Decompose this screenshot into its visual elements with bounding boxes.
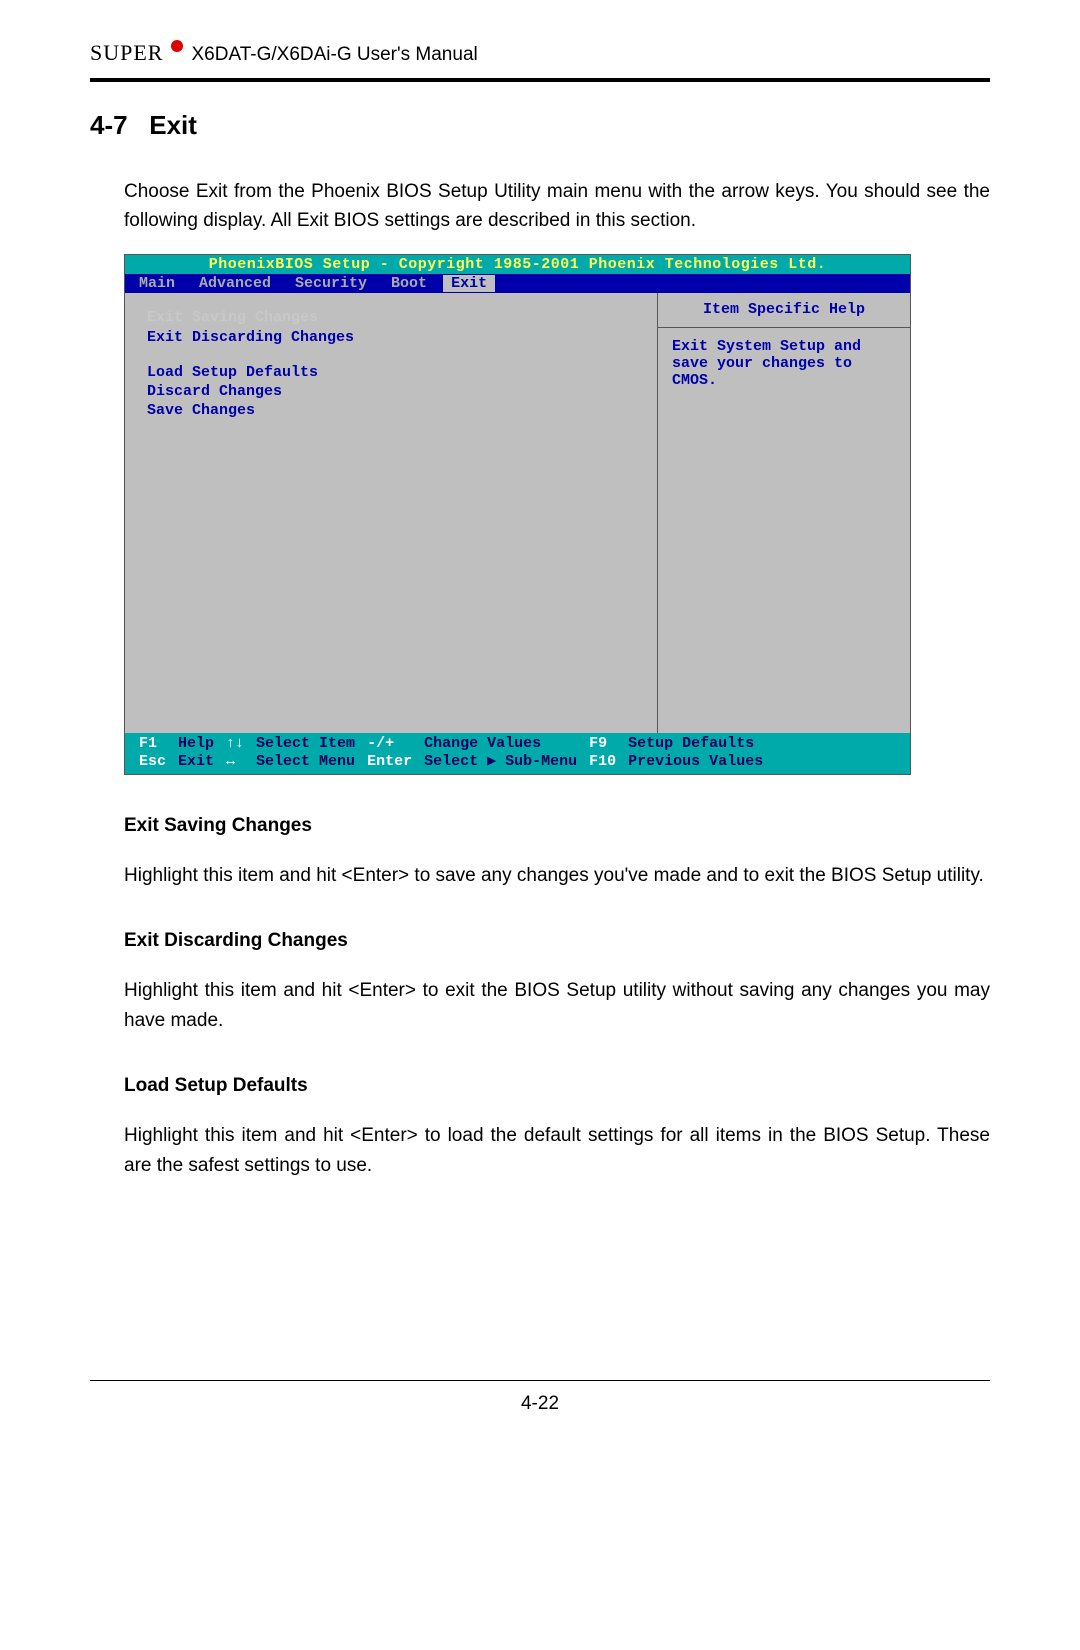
bios-help-pane: Item Specific Help Exit System Setup and… bbox=[658, 293, 910, 733]
footer-rule bbox=[90, 1380, 990, 1381]
subbody-exit-saving: Highlight this item and hit <Enter> to s… bbox=[124, 861, 990, 890]
bios-body: Exit Saving Changes Exit Discarding Chan… bbox=[125, 293, 910, 733]
bios-title-bar: PhoenixBIOS Setup - Copyright 1985-2001 … bbox=[125, 255, 910, 274]
desc-select-menu: Select Menu bbox=[250, 753, 361, 770]
bios-footer-row-1: F1 Help ↑↓ Select Item -/+ Change Values… bbox=[133, 735, 769, 752]
bios-tab-advanced[interactable]: Advanced bbox=[191, 275, 287, 292]
bios-menu-item-exit-saving[interactable]: Exit Saving Changes bbox=[147, 309, 318, 326]
bios-menu-item-save-changes[interactable]: Save Changes bbox=[147, 402, 647, 419]
subbody-load-defaults: Highlight this item and hit <Enter> to l… bbox=[124, 1121, 990, 1180]
key-updown: ↑↓ bbox=[220, 735, 250, 752]
bios-footer: F1 Help ↑↓ Select Item -/+ Change Values… bbox=[125, 733, 910, 774]
desc-change-values: Change Values bbox=[418, 735, 583, 752]
bios-tab-boot[interactable]: Boot bbox=[383, 275, 443, 292]
bios-help-text: Exit System Setup and save your changes … bbox=[658, 328, 910, 400]
section-name: Exit bbox=[149, 110, 197, 140]
bios-menu-item-load-defaults[interactable]: Load Setup Defaults bbox=[147, 364, 647, 381]
page-number: 4-22 bbox=[90, 1393, 990, 1415]
desc-help: Help bbox=[172, 735, 220, 752]
key-leftright: ↔ bbox=[220, 753, 250, 770]
key-f10: F10 bbox=[583, 753, 622, 770]
key-f1: F1 bbox=[133, 735, 172, 752]
bios-screenshot: PhoenixBIOS Setup - Copyright 1985-2001 … bbox=[124, 254, 911, 775]
section-number: 4-7 bbox=[90, 110, 128, 140]
subhead-load-defaults: Load Setup Defaults bbox=[124, 1075, 990, 1097]
section-title: 4-7 Exit bbox=[90, 110, 990, 141]
desc-select-submenu: Select ▶ Sub-Menu bbox=[418, 753, 583, 770]
subhead-exit-discarding: Exit Discarding Changes bbox=[124, 930, 990, 952]
subhead-exit-saving: Exit Saving Changes bbox=[124, 815, 990, 837]
intro-paragraph: Choose Exit from the Phoenix BIOS Setup … bbox=[124, 177, 990, 236]
bios-tab-exit[interactable]: Exit bbox=[443, 275, 495, 292]
bios-menu-item-exit-discarding[interactable]: Exit Discarding Changes bbox=[147, 329, 647, 346]
desc-exit: Exit bbox=[172, 753, 220, 770]
bios-tab-main[interactable]: Main bbox=[131, 275, 191, 292]
page-header: SUPER X6DAT-G/X6DAi-G User's Manual bbox=[90, 40, 990, 74]
key-f9: F9 bbox=[583, 735, 622, 752]
key-plusminus: -/+ bbox=[361, 735, 418, 752]
brand-dot-icon bbox=[171, 40, 183, 52]
brand-logo: SUPER bbox=[90, 40, 163, 66]
key-esc: Esc bbox=[133, 753, 172, 770]
key-enter: Enter bbox=[361, 753, 418, 770]
bios-menu-bar: Main Advanced Security Boot Exit bbox=[125, 274, 910, 293]
bios-menu-item-discard-changes[interactable]: Discard Changes bbox=[147, 383, 647, 400]
desc-previous-values: Previous Values bbox=[622, 753, 769, 770]
bios-footer-row-2: Esc Exit ↔ Select Menu Enter Select ▶ Su… bbox=[133, 753, 769, 770]
desc-setup-defaults: Setup Defaults bbox=[622, 735, 769, 752]
bios-help-title: Item Specific Help bbox=[658, 293, 910, 327]
header-rule bbox=[90, 78, 990, 82]
page: SUPER X6DAT-G/X6DAi-G User's Manual 4-7 … bbox=[90, 0, 990, 1600]
manual-title: X6DAT-G/X6DAi-G User's Manual bbox=[191, 44, 477, 66]
subbody-exit-discarding: Highlight this item and hit <Enter> to e… bbox=[124, 976, 990, 1035]
bios-tab-security[interactable]: Security bbox=[287, 275, 383, 292]
bios-menu-pane: Exit Saving Changes Exit Discarding Chan… bbox=[125, 293, 658, 733]
desc-select-item: Select Item bbox=[250, 735, 361, 752]
